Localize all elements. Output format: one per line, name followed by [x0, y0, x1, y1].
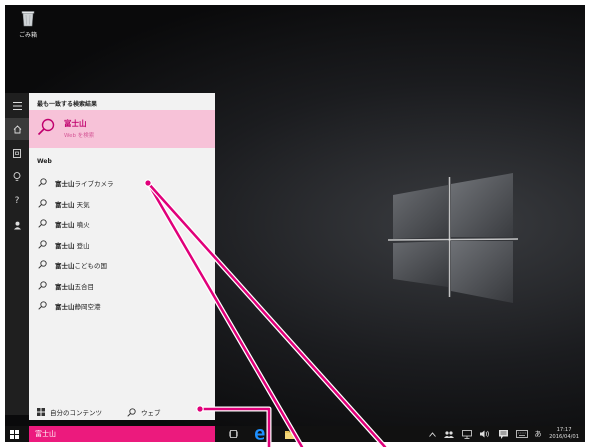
- suggestion-rest: 五合目: [74, 282, 95, 291]
- best-match-title: 富士山: [64, 119, 87, 128]
- chevron-up-icon[interactable]: [427, 428, 437, 440]
- start-rail: ?: [5, 93, 29, 415]
- taskbar-clock[interactable]: 17:17 2016/04/01: [549, 427, 579, 440]
- suggestion-rest: 天気: [74, 200, 90, 209]
- windows-icon: [37, 408, 45, 416]
- web-suggestion[interactable]: 富士山静岡空港: [29, 296, 215, 317]
- network-icon[interactable]: [461, 428, 473, 440]
- suggestion-bold: 富士山: [55, 282, 75, 291]
- web-suggestion[interactable]: 富士山 天気: [29, 194, 215, 215]
- taskbar-search-box[interactable]: [29, 426, 215, 442]
- recycle-bin-icon: [21, 11, 35, 27]
- hamburger-menu-icon[interactable]: [5, 96, 29, 116]
- search-icon: [38, 260, 47, 269]
- desktop: ごみ箱 ? 最も一致する検索結果 富士山 Web を検索 Web 富士山ライブカ…: [5, 5, 585, 442]
- web-suggestion-list: 富士山ライブカメラ 富士山 天気 富士山 噴火 富士山 登山 富士山こどもの国 …: [29, 173, 215, 317]
- ime-mode-indicator[interactable]: あ: [533, 428, 543, 440]
- suggestion-rest: 噴火: [74, 221, 90, 229]
- suggestion-bold: 富士山: [55, 200, 75, 209]
- volume-icon[interactable]: [479, 428, 491, 440]
- search-icon: [38, 301, 47, 310]
- taskbar: あ 17:17 2016/04/01: [5, 426, 585, 442]
- my-content-button[interactable]: 自分のコンテンツ: [37, 407, 102, 417]
- web-suggestion[interactable]: 富士山五合目: [29, 276, 215, 297]
- lightbulb-icon[interactable]: [5, 167, 29, 187]
- search-icon: [37, 118, 55, 136]
- recycle-bin-label: ごみ箱: [18, 32, 37, 39]
- web-search-button[interactable]: ウェブ: [127, 407, 161, 417]
- search-results-panel: 最も一致する検索結果 富士山 Web を検索 Web 富士山ライブカメラ 富士山…: [29, 93, 215, 420]
- clock-date: 2016/04/01: [549, 433, 579, 440]
- windows-wallpaper-logo: [387, 173, 519, 303]
- best-match-item[interactable]: 富士山 Web を検索: [29, 110, 215, 148]
- suggestion-bold: 富士山: [55, 262, 75, 270]
- keyboard-icon[interactable]: [515, 428, 529, 440]
- action-center-icon[interactable]: [497, 428, 509, 440]
- best-match-subtitle: Web を検索: [64, 133, 95, 139]
- web-suggestion[interactable]: 富士山こどもの国: [29, 255, 215, 276]
- file-explorer-icon[interactable]: [283, 428, 297, 440]
- search-icon: [38, 239, 47, 249]
- search-input[interactable]: [35, 426, 205, 442]
- feedback-icon[interactable]: [5, 215, 29, 235]
- notebook-icon[interactable]: [5, 143, 29, 163]
- suggestion-rest: 静岡空港: [74, 303, 101, 311]
- best-match-header: 最も一致する検索結果: [37, 101, 98, 108]
- task-view-icon[interactable]: [227, 428, 239, 440]
- search-icon: [127, 407, 136, 417]
- suggestion-bold: 富士山: [55, 180, 75, 188]
- people-icon[interactable]: [443, 428, 455, 440]
- web-search-label: ウェブ: [141, 409, 161, 417]
- home-icon[interactable]: [5, 118, 29, 140]
- search-icon: [38, 280, 47, 290]
- suggestion-bold: 富士山: [55, 303, 75, 311]
- web-suggestion[interactable]: 富士山 噴火: [29, 214, 215, 235]
- suggestion-rest: ライブカメラ: [74, 180, 114, 188]
- recycle-bin[interactable]: ごみ箱: [10, 9, 46, 39]
- search-icon: [38, 219, 47, 228]
- start-button-icon[interactable]: [10, 430, 19, 439]
- suggestion-rest: こどもの国: [74, 262, 108, 270]
- suggestion-bold: 富士山: [55, 221, 75, 229]
- suggestion-bold: 富士山: [55, 241, 75, 250]
- web-suggestion[interactable]: 富士山 登山: [29, 235, 215, 256]
- edge-browser-icon[interactable]: [253, 428, 267, 440]
- search-filter-bar: 自分のコンテンツ ウェブ: [29, 403, 215, 420]
- search-icon: [38, 198, 47, 208]
- help-icon[interactable]: ?: [5, 191, 29, 211]
- web-suggestion[interactable]: 富士山ライブカメラ: [29, 173, 215, 194]
- suggestion-rest: 登山: [74, 241, 90, 250]
- search-icon: [38, 178, 47, 187]
- web-section-header: Web: [37, 158, 52, 165]
- my-content-label: 自分のコンテンツ: [50, 409, 102, 417]
